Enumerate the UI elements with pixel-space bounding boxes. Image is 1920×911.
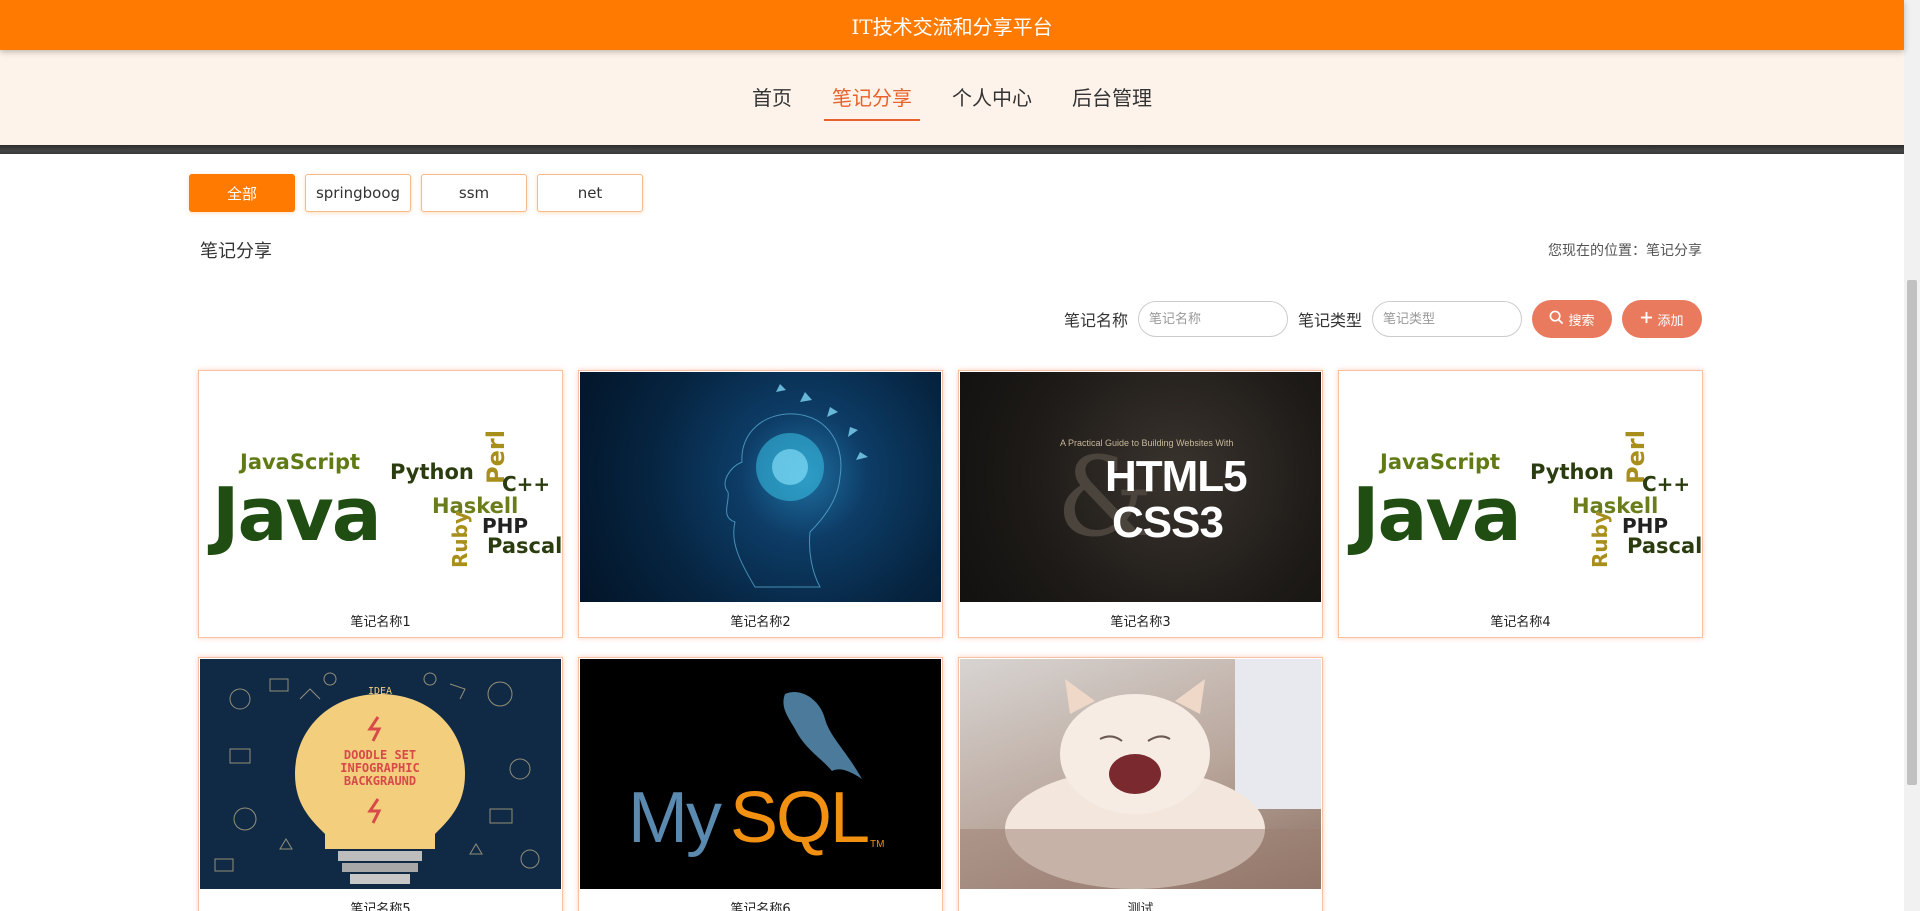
note-card[interactable]: A Practical Guide to Building Websites W…	[958, 370, 1323, 638]
nav-home[interactable]: 首页	[744, 76, 800, 121]
page: IT技术交流和分享平台 首页 笔记分享 个人中心 后台管理 全部 springb…	[0, 0, 1920, 911]
java-wordcloud-image: Java JavaScript Python Haskell PHP Pasca…	[200, 372, 561, 602]
scrollbar-track[interactable]	[1904, 0, 1920, 911]
digital-brain-image	[580, 372, 941, 602]
banner-strip	[0, 145, 1904, 154]
name-label: 笔记名称	[1063, 311, 1128, 330]
name-input[interactable]	[1137, 301, 1288, 337]
category-net[interactable]: net	[537, 174, 643, 212]
note-title: 笔记名称4	[1490, 615, 1551, 630]
site-title: IT技术交流和分享平台	[851, 14, 1053, 39]
search-icon	[1549, 310, 1564, 329]
note-title: 测试	[1127, 902, 1154, 911]
search-button-label: 搜索	[1568, 312, 1595, 328]
nav-notes[interactable]: 笔记分享	[824, 76, 920, 121]
category-springboog[interactable]: springboog	[305, 174, 411, 212]
search-bar: 笔记名称 笔记类型 搜索 添加	[1064, 300, 1702, 338]
site-title-bar: IT技术交流和分享平台	[0, 0, 1904, 50]
note-card[interactable]: 测试	[958, 657, 1323, 911]
type-label: 笔记类型	[1297, 311, 1362, 330]
type-input[interactable]	[1372, 301, 1522, 337]
category-all[interactable]: 全部	[189, 174, 295, 212]
breadcrumb: 您现在的位置：笔记分享	[1548, 243, 1702, 259]
note-card[interactable]: My SQL TM 笔记名称6	[578, 657, 943, 911]
yawning-cat-image	[960, 659, 1321, 889]
search-button[interactable]: 搜索	[1532, 300, 1612, 338]
main-nav: 首页 笔记分享 个人中心 后台管理	[0, 50, 1904, 145]
note-card[interactable]: Java JavaScript Python Haskell PHP Pasca…	[1338, 370, 1703, 638]
note-title: 笔记名称6	[730, 902, 791, 911]
note-title: 笔记名称3	[1110, 615, 1171, 630]
svg-text:IDEA: IDEA	[368, 686, 392, 697]
nav-profile[interactable]: 个人中心	[944, 76, 1040, 121]
category-ssm[interactable]: ssm	[421, 174, 527, 212]
html5-css3-cover-image: A Practical Guide to Building Websites W…	[960, 372, 1321, 602]
note-title: 笔记名称5	[350, 902, 411, 911]
mysql-logo-image: My SQL TM	[580, 659, 941, 889]
note-title: 笔记名称2	[730, 615, 791, 630]
page-title: 笔记分享	[200, 241, 272, 262]
add-button[interactable]: 添加	[1622, 300, 1702, 338]
plus-icon	[1640, 311, 1653, 328]
note-card[interactable]: IDEA DOODLE SET INFOGRAPHIC BACKGRAUND 笔…	[198, 657, 563, 911]
doodle-lightbulb-image: IDEA DOODLE SET INFOGRAPHIC BACKGRAUND	[200, 659, 561, 889]
category-tabs: 全部 springboog ssm net	[189, 174, 643, 212]
note-card[interactable]: 笔记名称2	[578, 370, 943, 638]
scrollbar-thumb[interactable]	[1907, 280, 1917, 785]
java-wordcloud-image: Java JavaScript Python Haskell PHP Pasca…	[1340, 372, 1701, 602]
nav-admin[interactable]: 后台管理	[1064, 76, 1160, 121]
add-button-label: 添加	[1657, 312, 1684, 328]
note-card[interactable]: Java JavaScript Python Haskell PHP Pasca…	[198, 370, 563, 638]
note-title: 笔记名称1	[350, 615, 411, 630]
